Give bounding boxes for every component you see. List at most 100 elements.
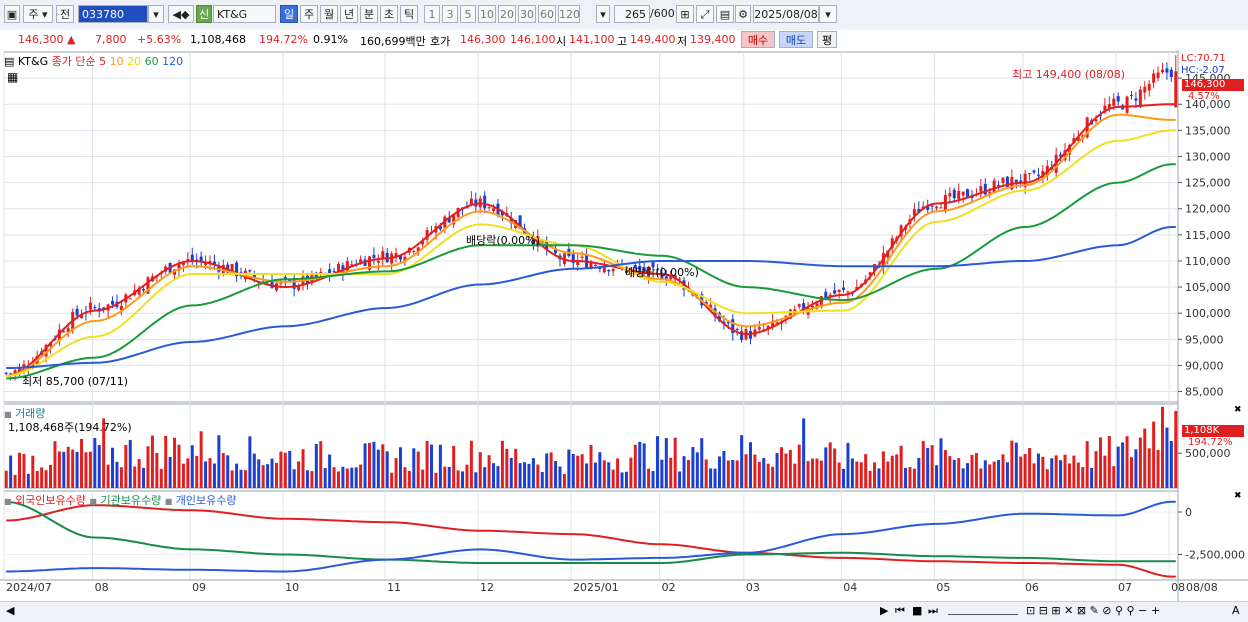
volume-bar (700, 438, 704, 488)
price-change: 7,800 (95, 33, 127, 46)
gear-icon[interactable]: ⚙ (735, 5, 751, 23)
volume-bar (576, 455, 580, 488)
minute-button-3[interactable]: 3 (442, 5, 458, 23)
sound-icon[interactable]: ◀◆ (168, 5, 194, 23)
candle-body (948, 193, 952, 197)
volume-bar (332, 467, 336, 488)
chart-tools-icon[interactable]: ⊞ (676, 5, 694, 23)
volume-bar (323, 468, 327, 488)
front-button[interactable]: 전 (56, 5, 74, 23)
stop-icon[interactable]: ■ (912, 604, 922, 617)
volume-bar (221, 453, 225, 488)
candle-body (1036, 174, 1040, 176)
rewind-icon[interactable]: ⏮ (895, 604, 905, 618)
panel-square-icon: ■ (164, 497, 173, 506)
minute-button-120[interactable]: 120 (558, 5, 580, 23)
grid-toggle-icon[interactable]: ▦ (7, 70, 18, 84)
volume-bar (111, 447, 115, 488)
minute-button-10[interactable]: 10 (478, 5, 496, 23)
date-input[interactable]: 2025/08/08 (753, 5, 819, 23)
period-button-0[interactable]: 일 (280, 5, 298, 23)
volume-bar (49, 464, 53, 488)
sell-button[interactable]: 매도 (779, 31, 813, 48)
volume-bar (819, 460, 823, 488)
zoom-slider[interactable] (948, 604, 1018, 615)
volume-bar (895, 454, 899, 488)
code-dropdown-icon[interactable]: ▾ (148, 5, 164, 23)
period-button-6[interactable]: 틱 (400, 5, 418, 23)
candle-body (199, 256, 203, 261)
minute-button-5[interactable]: 5 (460, 5, 476, 23)
buy-button[interactable]: 매수 (741, 31, 775, 48)
chart-menu-icon[interactable]: ▤ (4, 55, 14, 68)
y-tick-label: 105,000 (1185, 281, 1231, 294)
font-size-icon[interactable]: A (1232, 604, 1240, 617)
minute-button-20[interactable]: 20 (498, 5, 516, 23)
volume-bar (310, 471, 314, 488)
volume-bar (908, 467, 912, 488)
scroll-right-icon[interactable]: ▶ (880, 604, 888, 617)
period-button-2[interactable]: 월 (320, 5, 338, 23)
period-button-5[interactable]: 초 (380, 5, 398, 23)
volume-bar (518, 463, 522, 488)
panel-close-icon[interactable]: ✖ (1234, 405, 1242, 415)
volume-bar (452, 445, 456, 488)
volume-bar (270, 458, 274, 488)
scroll-left-icon[interactable]: ◀ (6, 604, 14, 617)
period-button-4[interactable]: 분 (360, 5, 378, 23)
candle-body (372, 254, 376, 258)
volume-bar (642, 443, 646, 488)
calendar-icon[interactable]: ▾ (819, 5, 837, 23)
volume-bar (1112, 466, 1116, 488)
bid-price: 146,100 (510, 33, 556, 46)
period-button-1[interactable]: 주 (300, 5, 318, 23)
volume-bar (421, 469, 425, 488)
y-tick-label: 100,000 (1185, 307, 1231, 320)
volume-ratio: 194.72% (259, 33, 308, 46)
period-button-3[interactable]: 년 (340, 5, 358, 23)
volume-bar (199, 431, 203, 488)
minute-dropdown-icon[interactable]: ▾ (596, 5, 610, 23)
volume-bar (279, 451, 283, 488)
period-select[interactable]: 주 ▾ (23, 5, 53, 23)
panel-close-icon-2[interactable]: ✖ (1234, 491, 1242, 501)
volume-bar (545, 453, 549, 488)
chart-tool-icons[interactable]: ⊡ ⊟ ⊞ ✕ ⊠ ✎ ⊘ ⚲ ⚲ − + (1026, 604, 1160, 617)
ma10-label: 10 (109, 55, 124, 68)
volume-bar (602, 460, 606, 488)
x-tick-label: 08 (95, 581, 109, 594)
fast-forward-icon[interactable]: ⏭ (928, 604, 938, 618)
volume-bar (230, 470, 234, 488)
volume-bar (846, 442, 850, 488)
volume-bar (970, 454, 974, 488)
minute-button-1[interactable]: 1 (424, 5, 440, 23)
volume-bar (806, 461, 810, 488)
volume-bar (274, 462, 278, 488)
x-tick-label: 03 (746, 581, 760, 594)
x-tick-label: 07 (1118, 581, 1132, 594)
volume-bar (682, 456, 686, 488)
stock-name-field[interactable]: KT&G (213, 5, 276, 23)
count-input[interactable]: 265 (614, 5, 650, 23)
volume-bar (726, 460, 730, 488)
volume-bar (717, 456, 721, 488)
stock-code-input[interactable]: 033780 (78, 5, 148, 23)
volume-bar (598, 452, 602, 488)
volume-bar (1147, 448, 1151, 488)
volume-bar (1174, 410, 1178, 488)
scroll-bar: ◀ ▶ ⏮ ■ ⏭ ⊡ ⊟ ⊞ ✕ ⊠ ✎ ⊘ ⚲ ⚲ − + A (0, 601, 1248, 622)
volume-bar (673, 437, 677, 488)
volume-bar (828, 442, 832, 488)
layout-icon[interactable]: ▣ (4, 5, 20, 23)
minute-button-60[interactable]: 60 (538, 5, 556, 23)
volume-bar (359, 464, 363, 488)
minute-button-30[interactable]: 30 (518, 5, 536, 23)
high-label: 고 (617, 35, 628, 48)
x-tick-label: 02 (662, 581, 676, 594)
panel-square-icon: ■ (4, 497, 12, 506)
dividend-label-1: 배당락(0.00%) (466, 234, 540, 247)
eval-button[interactable]: 평 (817, 31, 837, 48)
candle-body (142, 289, 146, 291)
fullscreen-icon[interactable]: ⤢ (696, 5, 714, 23)
save-icon[interactable]: ▤ (716, 5, 734, 23)
